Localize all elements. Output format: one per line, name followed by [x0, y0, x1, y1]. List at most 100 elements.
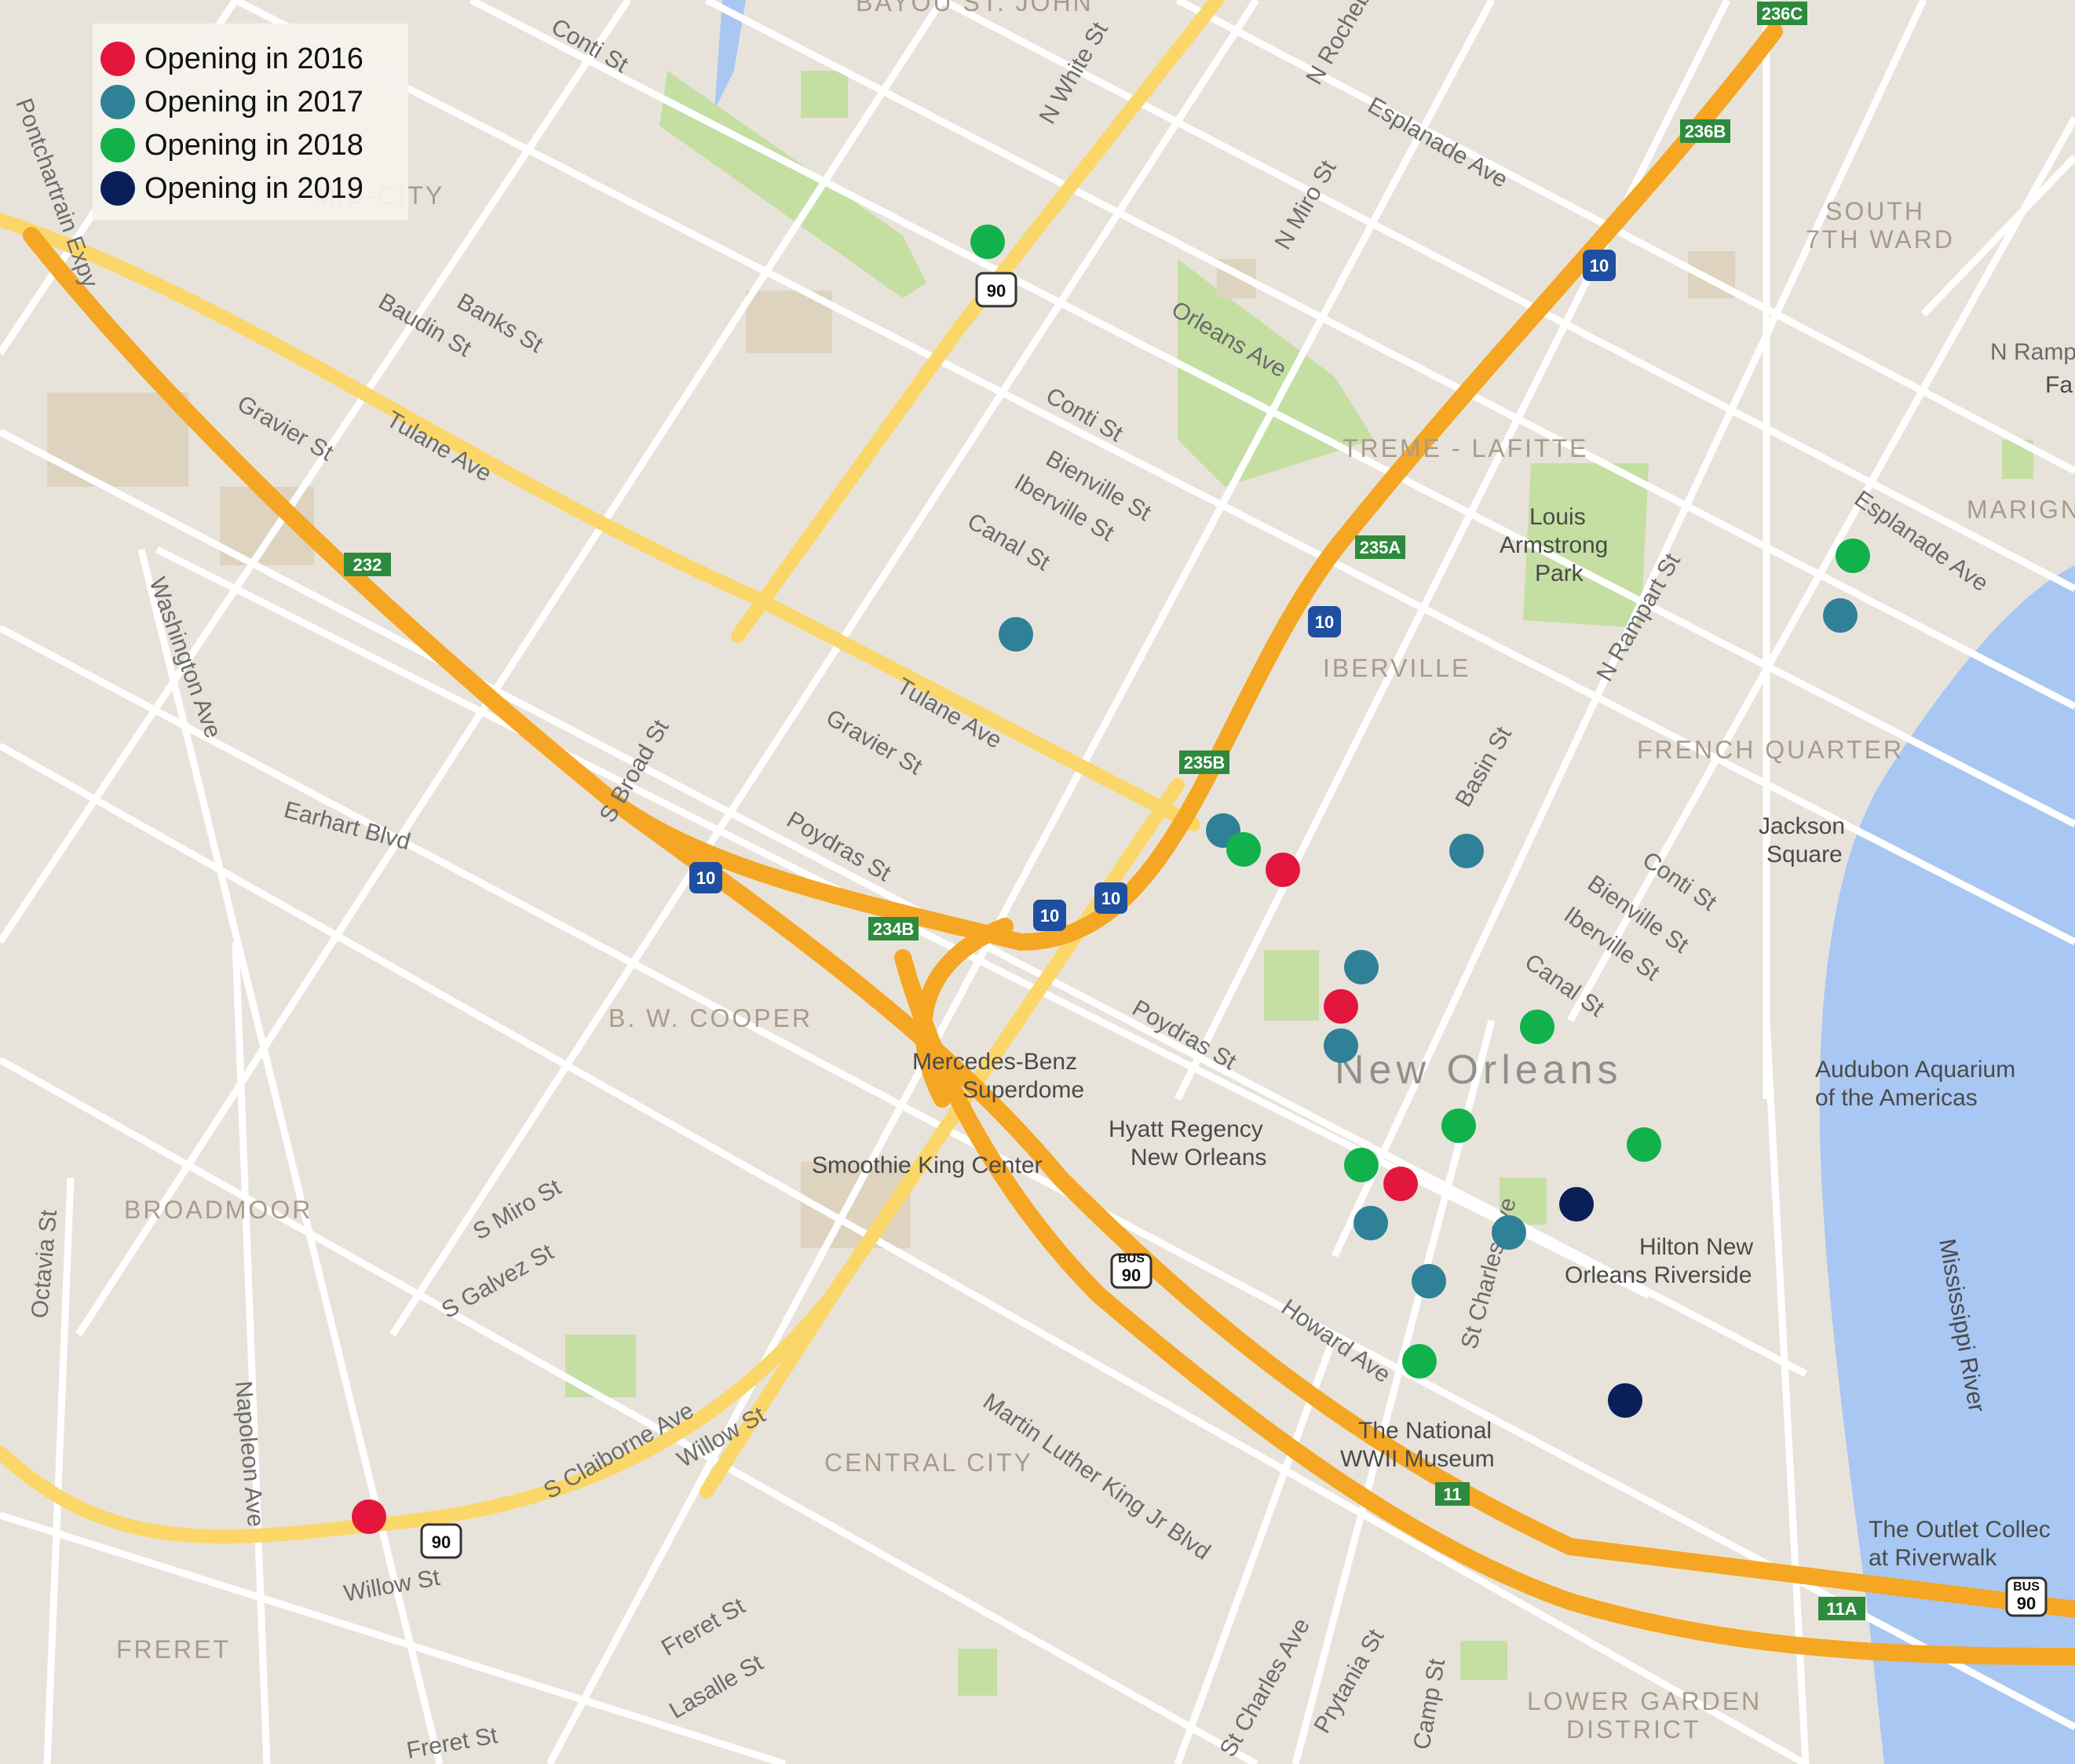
legend-dot [100, 85, 135, 119]
opening-marker-2016[interactable] [352, 1499, 386, 1534]
svg-text:90: 90 [1122, 1265, 1141, 1285]
opening-marker-2017[interactable] [1823, 598, 1858, 633]
opening-marker-2016[interactable] [1266, 853, 1300, 887]
place-label: Park [1535, 561, 1584, 586]
opening-marker-2018[interactable] [1627, 1127, 1661, 1162]
neighborhood-label: FRERET [116, 1635, 231, 1664]
interstate-shield: 10 [1308, 606, 1341, 637]
opening-marker-2017[interactable] [1344, 950, 1379, 984]
place-label: Jackson [1759, 813, 1845, 839]
opening-marker-2017[interactable] [1353, 1206, 1388, 1240]
legend-item-2019: Opening in 2019 [100, 169, 363, 208]
svg-text:11A: 11A [1826, 1599, 1857, 1619]
opening-marker-2018[interactable] [1520, 1010, 1554, 1044]
svg-text:10: 10 [1315, 612, 1334, 632]
city-label: New Orleans [1335, 1047, 1623, 1093]
place-label: The National [1358, 1418, 1492, 1444]
svg-text:90: 90 [432, 1532, 451, 1552]
opening-marker-2018[interactable] [1836, 539, 1870, 573]
neighborhood-label: FRENCH QUARTER [1637, 736, 1904, 764]
exit-shield: 234B [868, 917, 919, 940]
place-label: Superdome [963, 1077, 1084, 1103]
interstate-shield: 10 [1583, 250, 1616, 281]
opening-marker-2017[interactable] [1449, 834, 1484, 868]
opening-marker-2016[interactable] [1383, 1167, 1418, 1201]
svg-text:236B: 236B [1685, 122, 1726, 141]
street-label: N Rampa [1990, 339, 2075, 365]
svg-text:10: 10 [1101, 889, 1120, 908]
neighborhood-label: 7TH WARD [1806, 225, 1955, 254]
opening-marker-2017[interactable] [999, 617, 1033, 652]
us-shield: BUS90 [2005, 1576, 2048, 1617]
exit-shield: 11A [1818, 1597, 1865, 1620]
exit-shield: 236C [1757, 2, 1807, 25]
legend-label: Opening in 2019 [144, 171, 363, 205]
place-label: The Outlet Collec [1869, 1517, 2051, 1543]
opening-marker-2017[interactable] [1324, 1028, 1358, 1063]
us-shield: 90 [420, 1523, 462, 1559]
legend-label: Opening in 2018 [144, 128, 363, 162]
place-label: at Riverwalk [1869, 1545, 1997, 1571]
svg-text:236C: 236C [1762, 4, 1803, 24]
neighborhood-label: B. W. COOPER [608, 1004, 813, 1032]
opening-marker-2017[interactable] [1492, 1215, 1526, 1250]
svg-text:10: 10 [1040, 906, 1059, 926]
neighborhood-label: DISTRICT [1566, 1715, 1701, 1744]
neighborhood-label: LOWER GARDEN [1527, 1687, 1762, 1715]
place-label: New Orleans [1131, 1145, 1266, 1171]
legend-label: Opening in 2016 [144, 42, 363, 75]
legend-item-2018: Opening in 2018 [100, 126, 363, 165]
place-label: Orleans Riverside [1565, 1262, 1752, 1288]
legend: Opening in 2016 Opening in 2017 Opening … [93, 24, 408, 220]
exit-shield: 236B [1680, 119, 1730, 143]
place-label: Mercedes-Benz [912, 1049, 1077, 1075]
map-canvas[interactable]: Conti St N White St N Rocheblave Esplana… [0, 0, 2075, 1764]
place-label: Audubon Aquarium [1815, 1057, 2015, 1083]
svg-text:90: 90 [2017, 1594, 2036, 1613]
us-shield: 90 [975, 272, 1017, 308]
opening-marker-2018[interactable] [1441, 1108, 1476, 1143]
opening-marker-2017[interactable] [1412, 1264, 1446, 1298]
place-label: Fa [2045, 372, 2073, 398]
opening-marker-2016[interactable] [1324, 989, 1358, 1024]
svg-text:232: 232 [353, 555, 382, 575]
opening-marker-2019[interactable] [1559, 1187, 1594, 1222]
legend-dot [100, 42, 135, 76]
opening-marker-2018[interactable] [970, 225, 1005, 259]
place-label: Smoothie King Center [812, 1152, 1043, 1178]
neighborhood-label: BAYOU ST. JOHN [856, 0, 1094, 16]
legend-label: Opening in 2017 [144, 85, 363, 119]
neighborhood-label: BROADMOOR [124, 1196, 312, 1224]
place-label: Hyatt Regency [1109, 1116, 1263, 1142]
place-label: of the Americas [1815, 1085, 1978, 1111]
place-label: Louis [1529, 504, 1586, 530]
legend-item-2016: Opening in 2016 [100, 39, 363, 79]
neighborhood-label: TREME - LAFITTE [1343, 434, 1588, 462]
place-label: Hilton New [1639, 1234, 1753, 1260]
exit-shield: 11 [1435, 1482, 1470, 1506]
legend-dot [100, 171, 135, 206]
place-label: WWII Museum [1340, 1446, 1495, 1472]
svg-text:BUS: BUS [1118, 1252, 1145, 1265]
svg-text:BUS: BUS [2013, 1580, 2040, 1594]
opening-marker-2018[interactable] [1344, 1148, 1379, 1182]
svg-text:10: 10 [696, 868, 715, 888]
svg-text:11: 11 [1443, 1485, 1461, 1504]
opening-marker-2018[interactable] [1226, 832, 1261, 867]
legend-item-2017: Opening in 2017 [100, 82, 363, 122]
svg-text:235A: 235A [1360, 538, 1401, 557]
neighborhood-label: MARIGNY [1967, 495, 2075, 524]
legend-dot [100, 128, 135, 163]
neighborhood-label: SOUTH [1825, 197, 1925, 225]
exit-shield: 235A [1355, 535, 1405, 559]
opening-marker-2019[interactable] [1608, 1383, 1642, 1418]
exit-shield: 232 [344, 553, 391, 576]
svg-text:10: 10 [1590, 256, 1609, 276]
interstate-shield: 10 [1094, 882, 1127, 914]
opening-marker-2018[interactable] [1402, 1344, 1437, 1379]
us-shield: BUS90 [1110, 1252, 1153, 1289]
place-label: Armstrong [1500, 532, 1608, 558]
neighborhood-label: CENTRAL CITY [824, 1448, 1033, 1477]
place-label: Square [1766, 842, 1843, 867]
interstate-shield: 10 [689, 862, 722, 893]
